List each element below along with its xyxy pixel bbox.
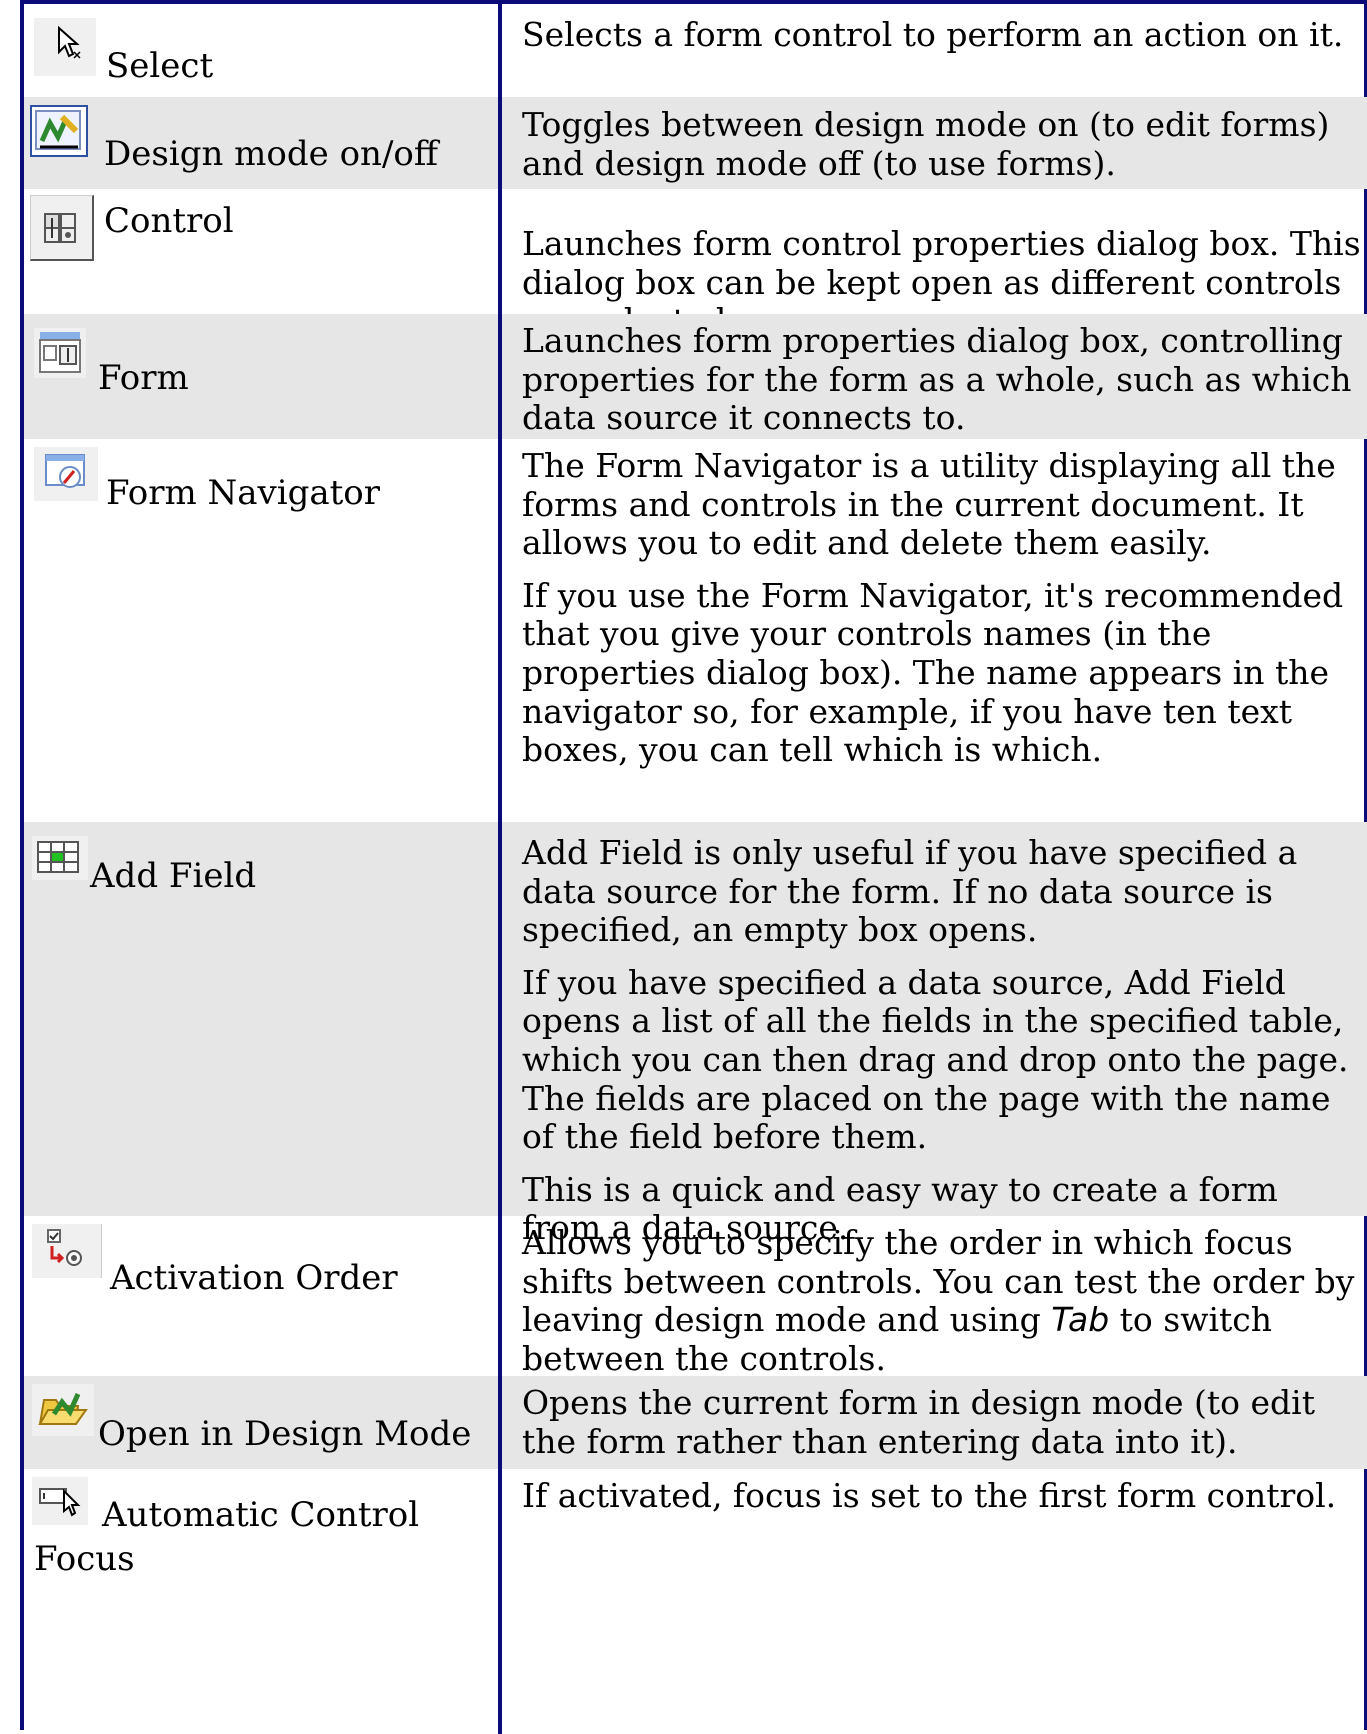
description-cell: Add Field is only useful if you have spe… (522, 833, 1362, 1248)
tool-cell: Add Field (24, 822, 498, 1216)
control-properties-icon (30, 195, 94, 261)
form-design-toolbar-table: Select Selects a form control to perform… (20, 0, 1367, 1734)
design-mode-icon (30, 105, 88, 157)
description-cell: If activated, focus is set to the first … (522, 1476, 1362, 1516)
tool-label: Focus (34, 1539, 135, 1579)
automatic-control-focus-icon (32, 1477, 88, 1525)
tool-cell: Control (24, 189, 498, 314)
description-cell: Toggles between design mode on (to edit … (522, 105, 1362, 183)
table-row-form-navigator: Form Navigator The Form Navigator is a u… (24, 439, 1367, 822)
table-row-activation-order: Activation Order Allows you to specify t… (24, 1216, 1367, 1378)
tool-cell: Design mode on/off (24, 97, 498, 189)
description-text: If you use the Form Navigator, it's reco… (522, 575, 1344, 770)
tool-cell: Form (24, 314, 498, 439)
column-divider (498, 4, 502, 1734)
activation-order-icon (32, 1224, 102, 1278)
description-text: If activated, focus is set to the first … (522, 1476, 1337, 1515)
tool-label: Open in Design Mode (98, 1414, 472, 1454)
description-text: Selects a form control to perform an act… (522, 15, 1344, 54)
add-field-icon (32, 836, 88, 880)
tool-label: Design mode on/off (104, 134, 439, 174)
description-text: Allows you to specify the order in which… (522, 1223, 1362, 1378)
form-navigator-icon (34, 447, 98, 501)
description-text: Toggles between design mode on (to edit … (522, 105, 1330, 183)
tool-cell: Form Navigator (24, 439, 498, 822)
table-row-open-in-design-mode: Open in Design Mode Opens the current fo… (24, 1376, 1367, 1469)
table-row-design-mode: Design mode on/off Toggles between desig… (24, 97, 1367, 189)
description-text: Add Field is only useful if you have spe… (522, 833, 1298, 950)
description-text: Opens the current form in design mode (t… (522, 1383, 1315, 1461)
description-cell: Selects a form control to perform an act… (522, 15, 1362, 55)
table-row-select: Select Selects a form control to perform… (24, 4, 1367, 97)
tool-label: Automatic Control (102, 1495, 420, 1535)
description-text: If you have specified a data source, Add… (522, 962, 1349, 1157)
table-row-control: Control Launches form control properties… (24, 189, 1367, 340)
table-row-automatic-control-focus: Automatic Control Focus If activated, fo… (24, 1469, 1367, 1734)
tool-cell: Open in Design Mode (24, 1376, 498, 1469)
keyboard-key-text: Tab (1051, 1300, 1110, 1340)
table-row-add-field: Add Field Add Field is only useful if yo… (24, 822, 1367, 1247)
tool-label: Select (106, 46, 214, 86)
tool-cell: Activation Order (24, 1216, 498, 1376)
tool-label: Add Field (90, 856, 257, 896)
description-cell: Allows you to specify the order in which… (522, 1223, 1362, 1378)
form-properties-icon (34, 328, 86, 378)
tool-label: Activation Order (110, 1258, 398, 1298)
description-cell: Launches form properties dialog box, con… (522, 321, 1362, 438)
tool-cell: Automatic Control Focus (24, 1469, 498, 1734)
description-text: Launches form properties dialog box, con… (522, 321, 1352, 438)
description-cell: The Form Navigator is a utility displayi… (522, 446, 1362, 770)
description-cell: Opens the current form in design mode (t… (522, 1383, 1362, 1461)
tool-cell: Select (24, 4, 498, 97)
table-row-form: Form Launches form properties dialog box… (24, 314, 1367, 439)
tool-label: Control (104, 201, 234, 241)
tool-label: Form Navigator (106, 473, 381, 513)
open-design-mode-icon (32, 1384, 94, 1436)
tool-label: Form (98, 358, 189, 398)
description-text: The Form Navigator is a utility displayi… (522, 446, 1336, 563)
select-arrow-icon (34, 18, 96, 76)
